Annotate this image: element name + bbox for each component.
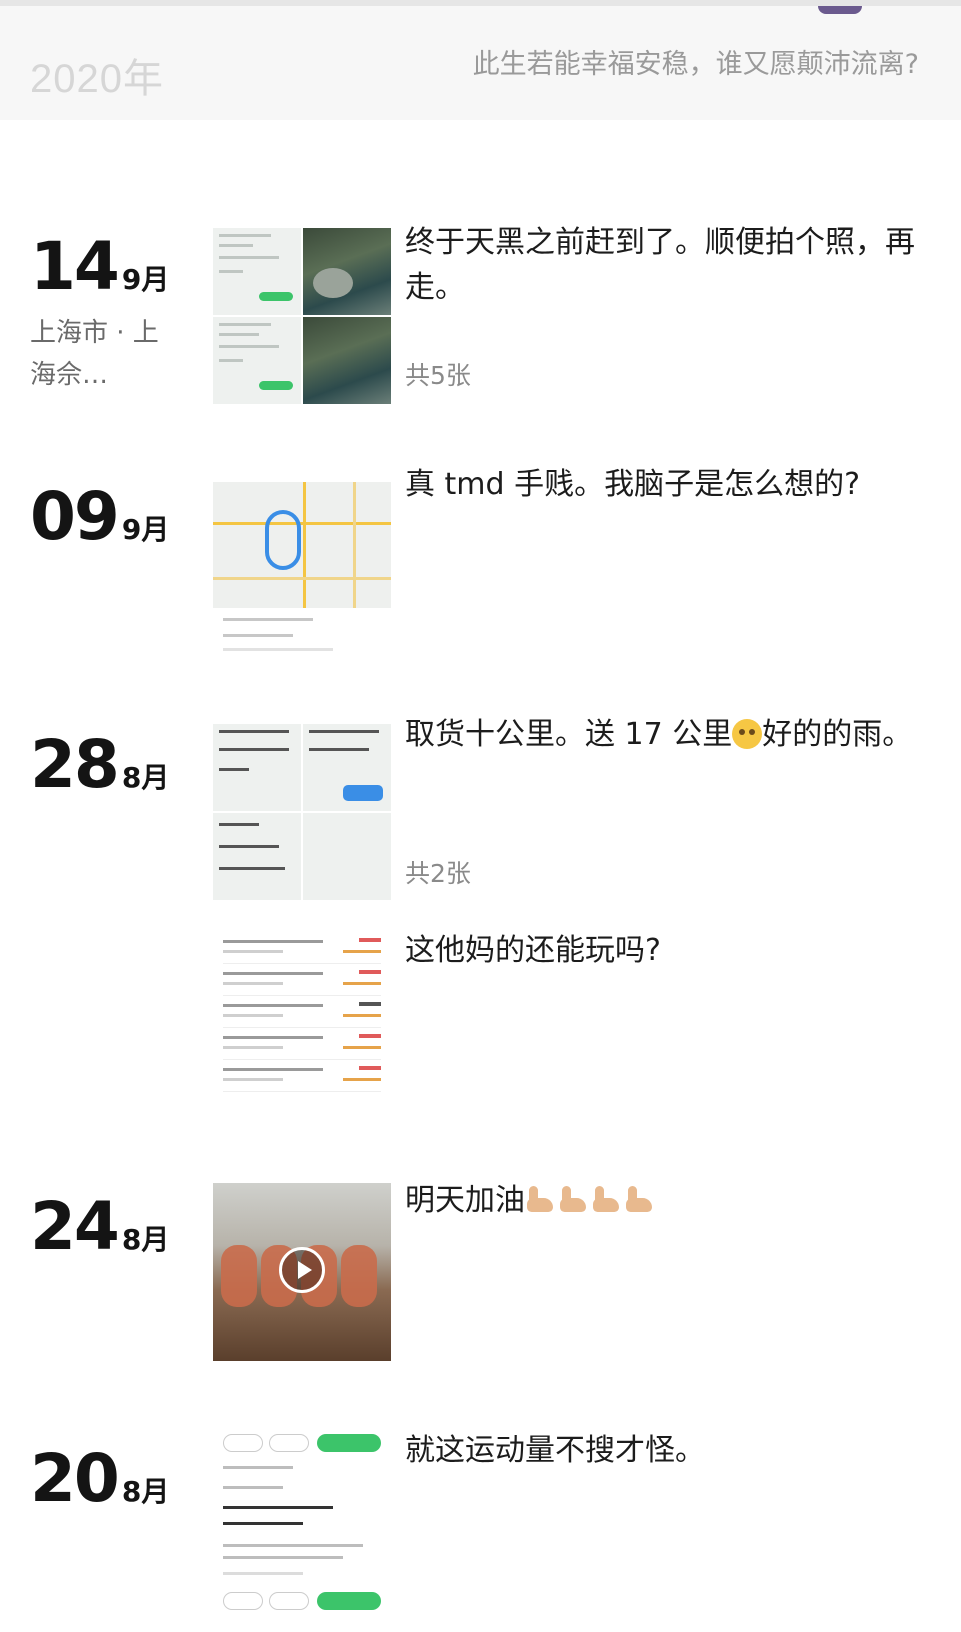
post-text[interactable]: 就这运动量不搜才怪。 — [405, 1428, 935, 1473]
landscape-photo — [303, 228, 391, 315]
post-day: 20 — [30, 1440, 120, 1517]
app-screenshot-icon[interactable] — [213, 724, 391, 900]
post-text[interactable]: 真 tmd 手贱。我脑子是怎么想的? — [405, 462, 935, 507]
map-screenshot-icon[interactable] — [213, 482, 391, 660]
post-text[interactable]: 明天加油 — [405, 1178, 935, 1223]
landscape-photo — [303, 317, 391, 404]
screenshot-tile — [213, 724, 301, 811]
video-thumbnail[interactable] — [213, 1183, 391, 1361]
post-text-part: 取货十公里。送 17 公里 — [405, 717, 733, 752]
post-date: 24 8月 — [30, 1188, 169, 1265]
screenshot-tile — [213, 813, 301, 900]
post-day: 24 — [30, 1188, 120, 1265]
avatar[interactable] — [818, 6, 862, 14]
earnings-list-icon[interactable] — [213, 932, 391, 1098]
year-label: 2020年 — [30, 57, 164, 101]
post-month: 9月 — [121, 513, 170, 546]
post-month: 8月 — [121, 1475, 170, 1508]
post-day: 28 — [30, 726, 120, 803]
post-date: 28 8月 — [30, 726, 169, 803]
post-month: 9月 — [121, 263, 170, 296]
pleading-face-emoji-icon — [732, 719, 763, 749]
post-text[interactable]: 终于天黑之前赶到了。顺便拍个照，再走。 — [405, 220, 935, 310]
image-count: 共5张 — [405, 361, 471, 390]
video-play-icon[interactable] — [279, 1247, 325, 1293]
photo-grid-icon[interactable] — [213, 228, 391, 404]
screenshot-tile — [303, 813, 391, 900]
post-date: 20 8月 — [30, 1440, 169, 1517]
image-count: 共2张 — [405, 859, 471, 888]
flexed-biceps-icon — [591, 1184, 621, 1214]
post-text-part: 好的的雨。 — [762, 717, 913, 752]
flexed-biceps-icon — [525, 1184, 555, 1214]
flexed-biceps-icon — [558, 1184, 588, 1214]
delivery-card — [213, 608, 391, 660]
post-text[interactable]: 这他妈的还能玩吗? — [405, 928, 935, 973]
post-date: 09 9月 — [30, 478, 169, 555]
screenshot-tile — [213, 228, 301, 315]
post-month: 8月 — [121, 761, 170, 794]
screenshot-tile — [303, 724, 391, 811]
post-month: 8月 — [121, 1223, 170, 1256]
post-location[interactable]: 上海市 · 上海佘… — [30, 312, 180, 396]
post-day: 14 — [30, 228, 120, 305]
flexed-biceps-icon — [624, 1184, 654, 1214]
post-date: 14 9月 — [30, 228, 169, 305]
screenshot-tile — [213, 317, 301, 404]
profile-header: 2020年 此生若能幸福安稳，谁又愿颠沛流离? — [0, 0, 961, 120]
post-day: 09 — [30, 478, 120, 555]
order-screenshot-icon[interactable] — [213, 1432, 391, 1616]
profile-signature: 此生若能幸福安稳，谁又愿颠沛流离? — [472, 49, 919, 80]
post-text[interactable]: 取货十公里。送 17 公里 好的的雨。 — [405, 712, 935, 757]
post-text-part: 明天加油 — [405, 1183, 525, 1218]
